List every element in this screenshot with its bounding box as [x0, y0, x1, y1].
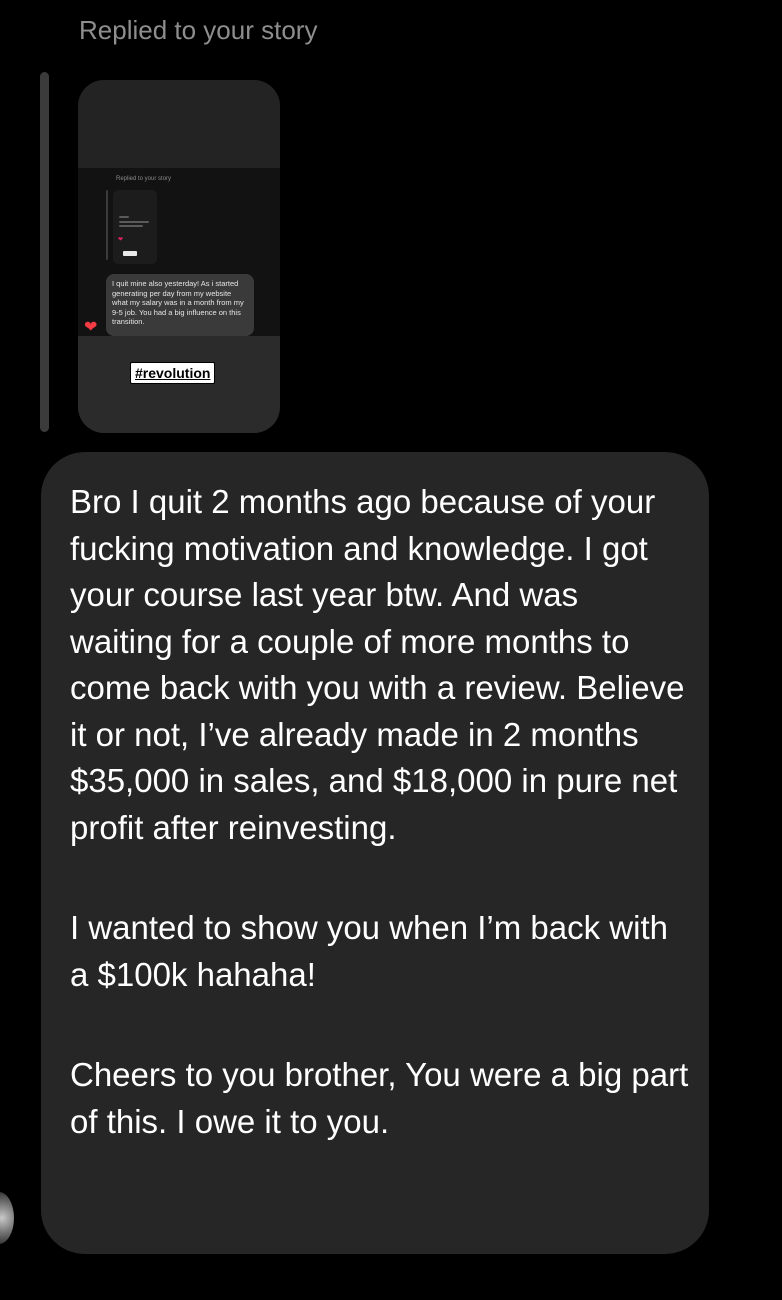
story-preview-bottom — [78, 336, 280, 433]
story-preview-top — [78, 80, 280, 168]
nested-reply-bar — [106, 190, 108, 260]
nested-text-line — [119, 216, 129, 218]
nested-reply-bubble: I quit mine also yesterday! As i started… — [106, 274, 254, 336]
nested-reply-header: Replied to your story — [116, 176, 172, 182]
nested-hashtag-sticker — [123, 251, 137, 256]
message-bubble[interactable]: Bro I quit 2 months ago because of your … — [41, 452, 709, 1254]
message-paragraph: Bro I quit 2 months ago because of your … — [70, 483, 685, 846]
story-preview[interactable]: Replied to your story ❤ I quit mine also… — [78, 80, 280, 433]
nested-text-line — [119, 221, 149, 223]
avatar[interactable] — [0, 1192, 14, 1244]
heart-icon: ❤ — [84, 319, 98, 336]
nested-text-line — [119, 225, 143, 227]
hashtag-sticker: #revolution — [130, 362, 216, 384]
reply-header: Replied to your story — [79, 15, 318, 45]
nested-heart-icon: ❤ — [118, 237, 124, 243]
message-paragraph: Cheers to you brother, You were a big pa… — [70, 1056, 689, 1140]
message-paragraph: I wanted to show you when I’m back with … — [70, 909, 668, 993]
reply-indicator-bar — [40, 72, 49, 432]
